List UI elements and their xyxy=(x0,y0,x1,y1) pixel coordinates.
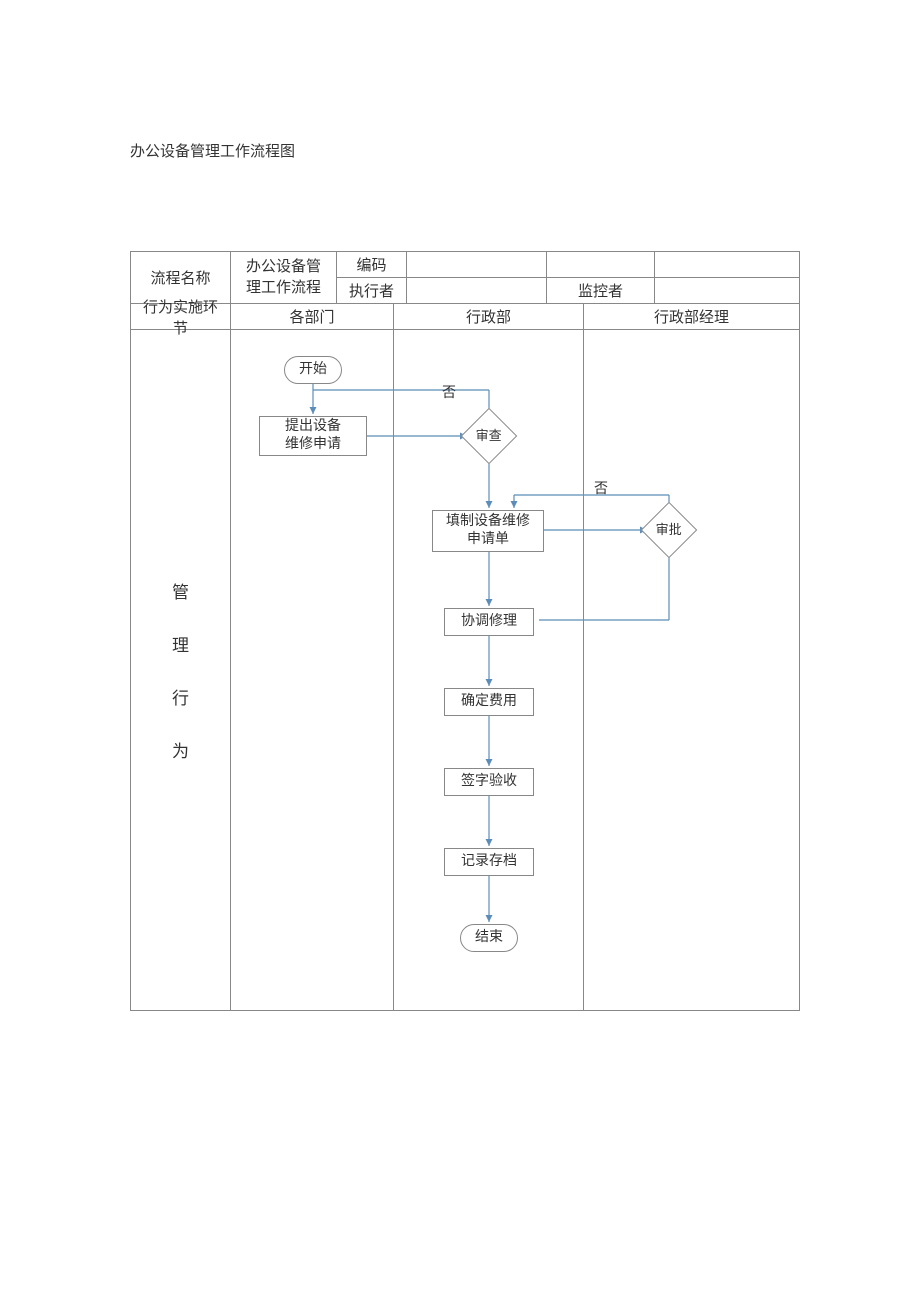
monitor-placeholder-2 xyxy=(655,252,799,278)
code-label: 编码 xyxy=(337,252,407,278)
col-dept: 各部门 xyxy=(231,304,394,330)
lane-dept: 开始 提出设备 维修申请 xyxy=(231,330,394,1010)
flow-name-value: 办公设备管 理工作流程 xyxy=(231,252,337,304)
arrows-manager xyxy=(584,330,799,1010)
lane-label-4: 为 xyxy=(172,737,189,762)
node-start: 开始 xyxy=(284,356,342,384)
stage-label: 行为实施环节 xyxy=(131,304,231,330)
header-row-1: 流程名称 办公设备管 理工作流程 编码 执行者 监控者 xyxy=(131,252,799,304)
code-value xyxy=(407,252,547,278)
label-no-1: 否 xyxy=(442,382,456,402)
node-archive: 记录存档 xyxy=(444,848,534,876)
node-approve: 审批 xyxy=(641,502,698,559)
monitor-placeholder-1 xyxy=(547,252,655,278)
lane-manager: 否 审批 xyxy=(584,330,799,1010)
lane-label-3: 行 xyxy=(172,684,189,709)
node-coordinate: 协调修理 xyxy=(444,608,534,636)
monitor-value xyxy=(655,278,799,304)
node-cost: 确定费用 xyxy=(444,688,534,716)
flow-name-value-l2: 理工作流程 xyxy=(246,278,321,299)
swimlane-body: 管 理 行 为 开始 提出设备 维修申请 xyxy=(131,330,799,1010)
page-title: 办公设备管理工作流程图 xyxy=(130,140,800,161)
col-manager: 行政部经理 xyxy=(584,304,799,330)
executor-label: 执行者 xyxy=(337,278,407,304)
col-admin: 行政部 xyxy=(394,304,584,330)
lane-label: 管 理 行 为 xyxy=(131,330,231,1010)
label-no-2: 否 xyxy=(594,478,608,498)
swimlane-header: 行为实施环节 各部门 行政部 行政部经理 xyxy=(131,304,799,330)
node-fill-form: 填制设备维修 申请单 xyxy=(432,510,544,552)
node-end: 结束 xyxy=(460,924,518,952)
node-request: 提出设备 维修申请 xyxy=(259,416,367,456)
flow-name-value-l1: 办公设备管 xyxy=(246,257,321,278)
lane-admin: 否 审查 填制设备维修 申请单 协调修理 确定费用 签字验收 记录存档 结束 xyxy=(394,330,584,1010)
executor-value xyxy=(407,278,547,304)
lane-label-2: 理 xyxy=(172,631,189,656)
monitor-label: 监控者 xyxy=(547,278,655,304)
lane-label-1: 管 xyxy=(172,578,189,603)
node-review: 审查 xyxy=(461,408,518,465)
node-sign: 签字验收 xyxy=(444,768,534,796)
flowchart-table: 流程名称 办公设备管 理工作流程 编码 执行者 监控者 行为实施环节 各部门 行… xyxy=(130,251,800,1011)
